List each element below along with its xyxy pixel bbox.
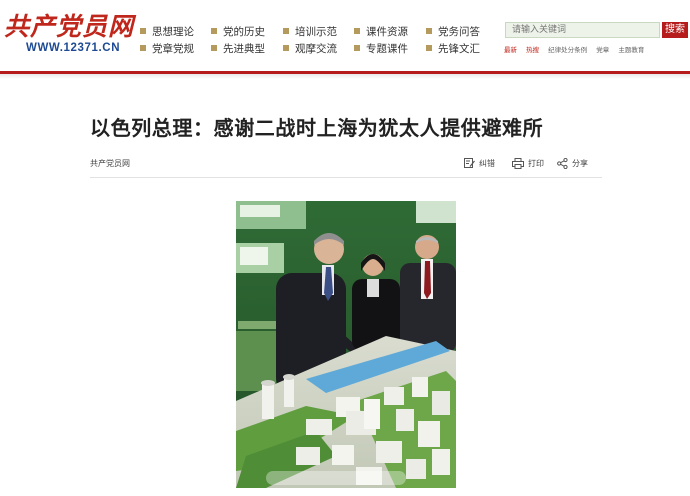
nav-item-models[interactable]: 先进典型 xyxy=(211,41,265,57)
search-link-hot[interactable]: 热搜 xyxy=(526,46,539,54)
share-label: 分享 xyxy=(572,158,588,168)
nav-item-history[interactable]: 党的历史 xyxy=(211,24,265,40)
search-button[interactable]: 搜索 xyxy=(662,22,688,38)
nav-item-literature[interactable]: 先锋文汇 xyxy=(426,41,480,57)
print-label: 打印 xyxy=(528,158,544,168)
nav-bullet-icon xyxy=(140,28,146,34)
nav-item-special[interactable]: 专题课件 xyxy=(354,41,408,57)
nav-item-label: 培训示范 xyxy=(295,26,337,38)
site-url[interactable]: WWW.12371.CN xyxy=(26,42,120,54)
search-link-discipline[interactable]: 纪律处分条例 xyxy=(548,46,587,54)
print-button[interactable]: 打印 xyxy=(512,156,544,170)
nav-item-constitution[interactable]: 党章党规 xyxy=(140,41,194,57)
article-title: 以色列总理：感谢二战时上海为犹太人提供避难所 xyxy=(90,116,544,140)
correct-button[interactable]: 纠错 xyxy=(464,156,495,170)
site-logo[interactable]: 共产党员网 xyxy=(4,10,133,44)
search-link-latest[interactable]: 最新 xyxy=(504,46,517,54)
nav-bullet-icon xyxy=(354,28,360,34)
nav-bullet-icon xyxy=(283,28,289,34)
nav-item-label: 党务问答 xyxy=(438,26,480,38)
nav-bullet-icon xyxy=(283,45,289,51)
search-link-constitution[interactable]: 党章 xyxy=(596,46,609,54)
nav-item-label: 党章党规 xyxy=(152,43,194,55)
article-photo[interactable] xyxy=(236,201,456,488)
share-icon xyxy=(557,157,568,169)
search-hot-links: 最新 热搜 纪律处分条例 党章 主题教育 xyxy=(504,44,651,54)
nav-bullet-icon xyxy=(211,28,217,34)
photo-scene xyxy=(236,201,456,488)
nav-bullet-icon xyxy=(426,45,432,51)
nav-item-training[interactable]: 培训示范 xyxy=(283,24,337,40)
nav-item-label: 思想理论 xyxy=(152,26,194,38)
search-link-theme[interactable]: 主题教育 xyxy=(618,46,644,54)
edit-icon xyxy=(464,158,475,168)
printer-icon xyxy=(512,157,524,169)
nav-item-exchange[interactable]: 观摩交流 xyxy=(283,41,337,57)
nav-bullet-icon xyxy=(140,45,146,51)
correct-label: 纠错 xyxy=(479,158,495,168)
nav-bullet-icon xyxy=(211,45,217,51)
nav-item-theory[interactable]: 思想理论 xyxy=(140,24,194,40)
nav-item-label: 观摩交流 xyxy=(295,43,337,55)
nav-bullet-icon xyxy=(354,45,360,51)
header-shadow xyxy=(0,74,690,79)
share-button[interactable]: 分享 xyxy=(557,156,588,170)
nav-item-label: 先进典型 xyxy=(223,43,265,55)
search-input[interactable] xyxy=(505,22,660,38)
nav-item-label: 先锋文汇 xyxy=(438,43,480,55)
nav-item-qa[interactable]: 党务问答 xyxy=(426,24,480,40)
nav-item-label: 专题课件 xyxy=(366,43,408,55)
nav-item-label: 课件资源 xyxy=(366,26,408,38)
nav-bullet-icon xyxy=(426,28,432,34)
nav-item-label: 党的历史 xyxy=(223,26,265,38)
site-header: 共产党员网 WWW.12371.CN 思想理论 党的历史 培训示范 课件资源 党… xyxy=(0,0,690,73)
article-source: 共产党员网 xyxy=(90,159,130,168)
article-divider xyxy=(90,177,602,178)
nav-item-courseware[interactable]: 课件资源 xyxy=(354,24,408,40)
